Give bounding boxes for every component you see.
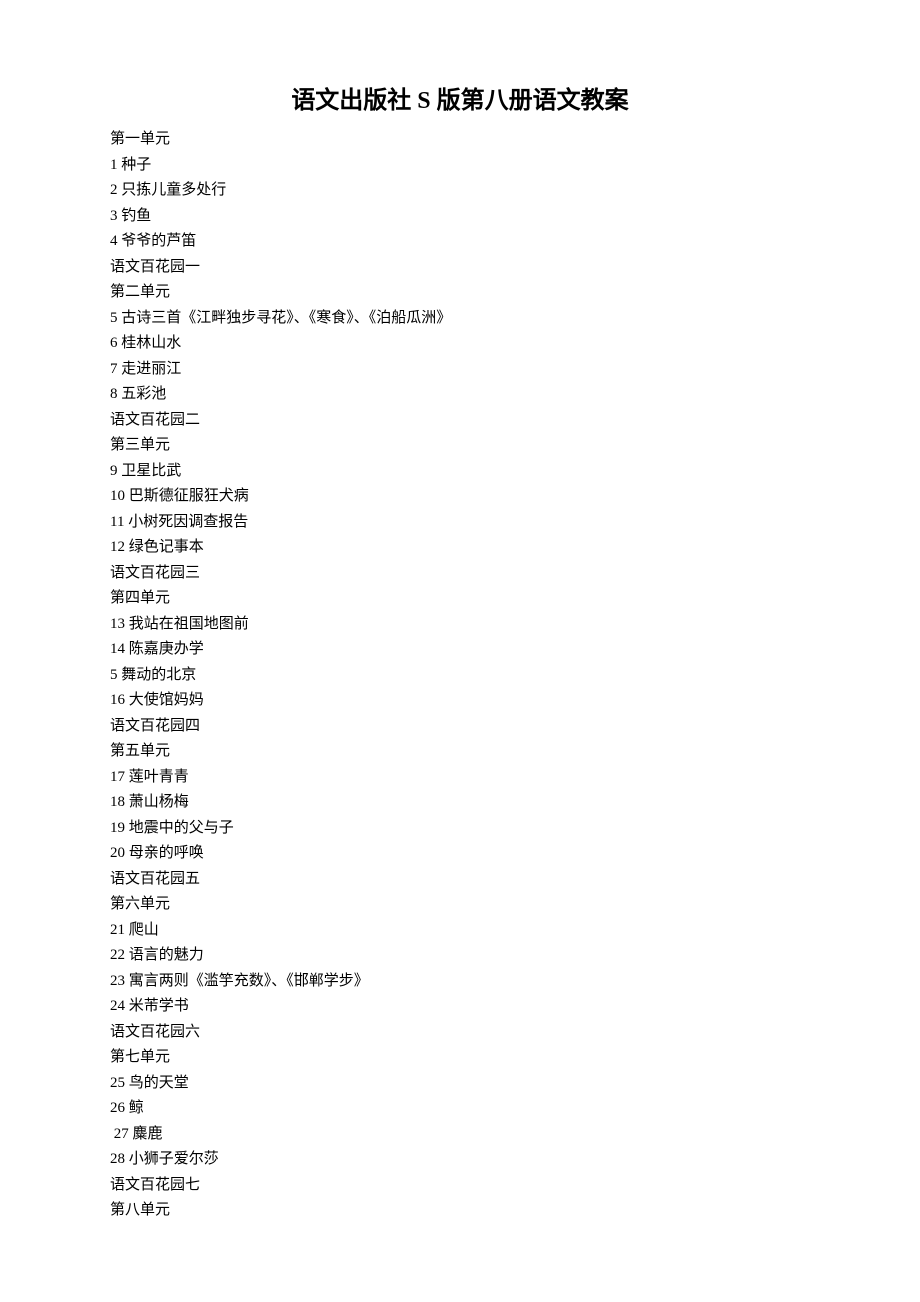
toc-item: 19 地震中的父与子 bbox=[110, 816, 810, 842]
toc-item: 20 母亲的呼唤 bbox=[110, 841, 810, 867]
document-title: 语文出版社 S 版第八册语文教案 bbox=[110, 80, 810, 115]
unit-heading: 第三单元 bbox=[110, 433, 810, 459]
table-of-contents: 第一单元1 种子2 只拣儿童多处行3 钓鱼4 爷爷的芦笛语文百花园一第二单元5 … bbox=[110, 127, 810, 1224]
toc-item: 16 大使馆妈妈 bbox=[110, 688, 810, 714]
toc-item: 2 只拣儿童多处行 bbox=[110, 178, 810, 204]
unit-heading: 第七单元 bbox=[110, 1045, 810, 1071]
toc-item: 8 五彩池 bbox=[110, 382, 810, 408]
toc-item: 22 语言的魅力 bbox=[110, 943, 810, 969]
unit-heading: 第一单元 bbox=[110, 127, 810, 153]
toc-item: 1 种子 bbox=[110, 153, 810, 179]
unit-heading: 第六单元 bbox=[110, 892, 810, 918]
toc-item: 21 爬山 bbox=[110, 918, 810, 944]
toc-item: 12 绿色记事本 bbox=[110, 535, 810, 561]
unit-heading: 第五单元 bbox=[110, 739, 810, 765]
toc-item: 4 爷爷的芦笛 bbox=[110, 229, 810, 255]
toc-item: 10 巴斯德征服狂犬病 bbox=[110, 484, 810, 510]
toc-item: 11 小树死因调查报告 bbox=[110, 510, 810, 536]
toc-item: 13 我站在祖国地图前 bbox=[110, 612, 810, 638]
toc-item: 7 走进丽江 bbox=[110, 357, 810, 383]
toc-item: 语文百花园一 bbox=[110, 255, 810, 281]
unit-heading: 第四单元 bbox=[110, 586, 810, 612]
document-page: 语文出版社 S 版第八册语文教案 第一单元1 种子2 只拣儿童多处行3 钓鱼4 … bbox=[0, 0, 920, 1284]
toc-item: 语文百花园七 bbox=[110, 1173, 810, 1199]
toc-item: 27 麋鹿 bbox=[110, 1122, 810, 1148]
unit-heading: 第八单元 bbox=[110, 1198, 810, 1224]
toc-item: 3 钓鱼 bbox=[110, 204, 810, 230]
toc-item: 17 莲叶青青 bbox=[110, 765, 810, 791]
unit-heading: 第二单元 bbox=[110, 280, 810, 306]
toc-item: 5 舞动的北京 bbox=[110, 663, 810, 689]
toc-item: 语文百花园四 bbox=[110, 714, 810, 740]
toc-item: 18 萧山杨梅 bbox=[110, 790, 810, 816]
toc-item: 6 桂林山水 bbox=[110, 331, 810, 357]
toc-item: 9 卫星比武 bbox=[110, 459, 810, 485]
toc-item: 语文百花园三 bbox=[110, 561, 810, 587]
toc-item: 语文百花园六 bbox=[110, 1020, 810, 1046]
toc-item: 24 米芾学书 bbox=[110, 994, 810, 1020]
toc-item: 语文百花园二 bbox=[110, 408, 810, 434]
toc-item: 26 鲸 bbox=[110, 1096, 810, 1122]
toc-item: 14 陈嘉庚办学 bbox=[110, 637, 810, 663]
toc-item: 5 古诗三首《江畔独步寻花》、《寒食》、《泊船瓜洲》 bbox=[110, 306, 810, 332]
toc-item: 28 小狮子爱尔莎 bbox=[110, 1147, 810, 1173]
toc-item: 23 寓言两则《滥竽充数》、《邯郸学步》 bbox=[110, 969, 810, 995]
toc-item: 语文百花园五 bbox=[110, 867, 810, 893]
toc-item: 25 鸟的天堂 bbox=[110, 1071, 810, 1097]
